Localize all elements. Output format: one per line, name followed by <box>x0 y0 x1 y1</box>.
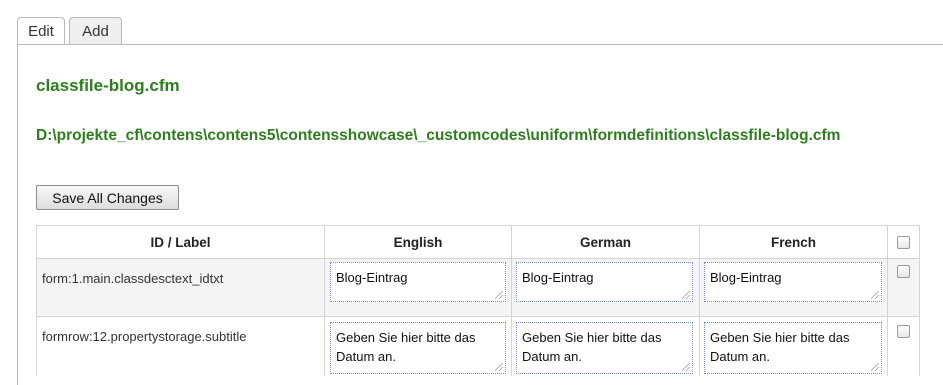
table-row-select <box>888 259 920 317</box>
file-path: D:\projekte_cf\contens\contens5\contenss… <box>36 127 841 144</box>
french-textarea[interactable]: Geben Sie hier bitte das Datum an. <box>704 322 882 374</box>
table-row-id: formrow:12.propertystorage.subtitle <box>36 317 325 376</box>
german-text: Geben Sie hier bitte das Datum an. <box>522 330 662 364</box>
translation-table: ID / Label English German French form:1.… <box>36 225 920 376</box>
table-row-cell: Blog-Eintrag <box>700 259 888 317</box>
row-checkbox[interactable] <box>897 265 910 278</box>
editor-window: Edit Add classfile-blog.cfm D:\projekte_… <box>0 0 943 385</box>
resize-grip-icon[interactable] <box>495 291 503 299</box>
french-text: Blog-Eintrag <box>710 270 782 285</box>
resize-grip-icon[interactable] <box>682 291 690 299</box>
file-title: classfile-blog.cfm <box>36 76 180 95</box>
english-textarea[interactable]: Blog-Eintrag <box>330 262 506 302</box>
table-row-cell: Blog-Eintrag <box>512 259 700 317</box>
column-header-english: English <box>325 225 512 259</box>
german-textarea[interactable]: Geben Sie hier bitte das Datum an. <box>516 322 693 374</box>
column-header-french: French <box>700 225 888 259</box>
column-header-german: German <box>512 225 700 259</box>
column-header-select <box>888 225 920 259</box>
tab-edit[interactable]: Edit <box>17 17 65 46</box>
table-row-cell: Blog-Eintrag <box>325 259 512 317</box>
select-all-checkbox[interactable] <box>897 236 910 249</box>
table-row-cell: Geben Sie hier bitte das Datum an. <box>512 317 700 376</box>
column-header-id-label: ID / Label <box>36 225 325 259</box>
french-text: Geben Sie hier bitte das Datum an. <box>710 330 850 364</box>
german-text: Blog-Eintrag <box>522 270 594 285</box>
resize-grip-icon[interactable] <box>682 363 690 371</box>
tab-add[interactable]: Add <box>69 17 122 45</box>
resize-grip-icon[interactable] <box>871 291 879 299</box>
row-checkbox[interactable] <box>897 325 910 338</box>
english-text: Blog-Eintrag <box>336 270 408 285</box>
table-row-select <box>888 317 920 376</box>
english-text: Geben Sie hier bitte das Datum an. <box>336 330 476 364</box>
save-all-changes-button[interactable]: Save All Changes <box>36 185 179 210</box>
resize-grip-icon[interactable] <box>495 363 503 371</box>
table-row-id: form:1.main.classdesctext_idtxt <box>36 259 325 317</box>
german-textarea[interactable]: Blog-Eintrag <box>516 262 693 302</box>
resize-grip-icon[interactable] <box>871 363 879 371</box>
table-row-cell: Geben Sie hier bitte das Datum an. <box>325 317 512 376</box>
english-textarea[interactable]: Geben Sie hier bitte das Datum an. <box>330 322 506 374</box>
table-row-cell: Geben Sie hier bitte das Datum an. <box>700 317 888 376</box>
french-textarea[interactable]: Blog-Eintrag <box>704 262 882 302</box>
